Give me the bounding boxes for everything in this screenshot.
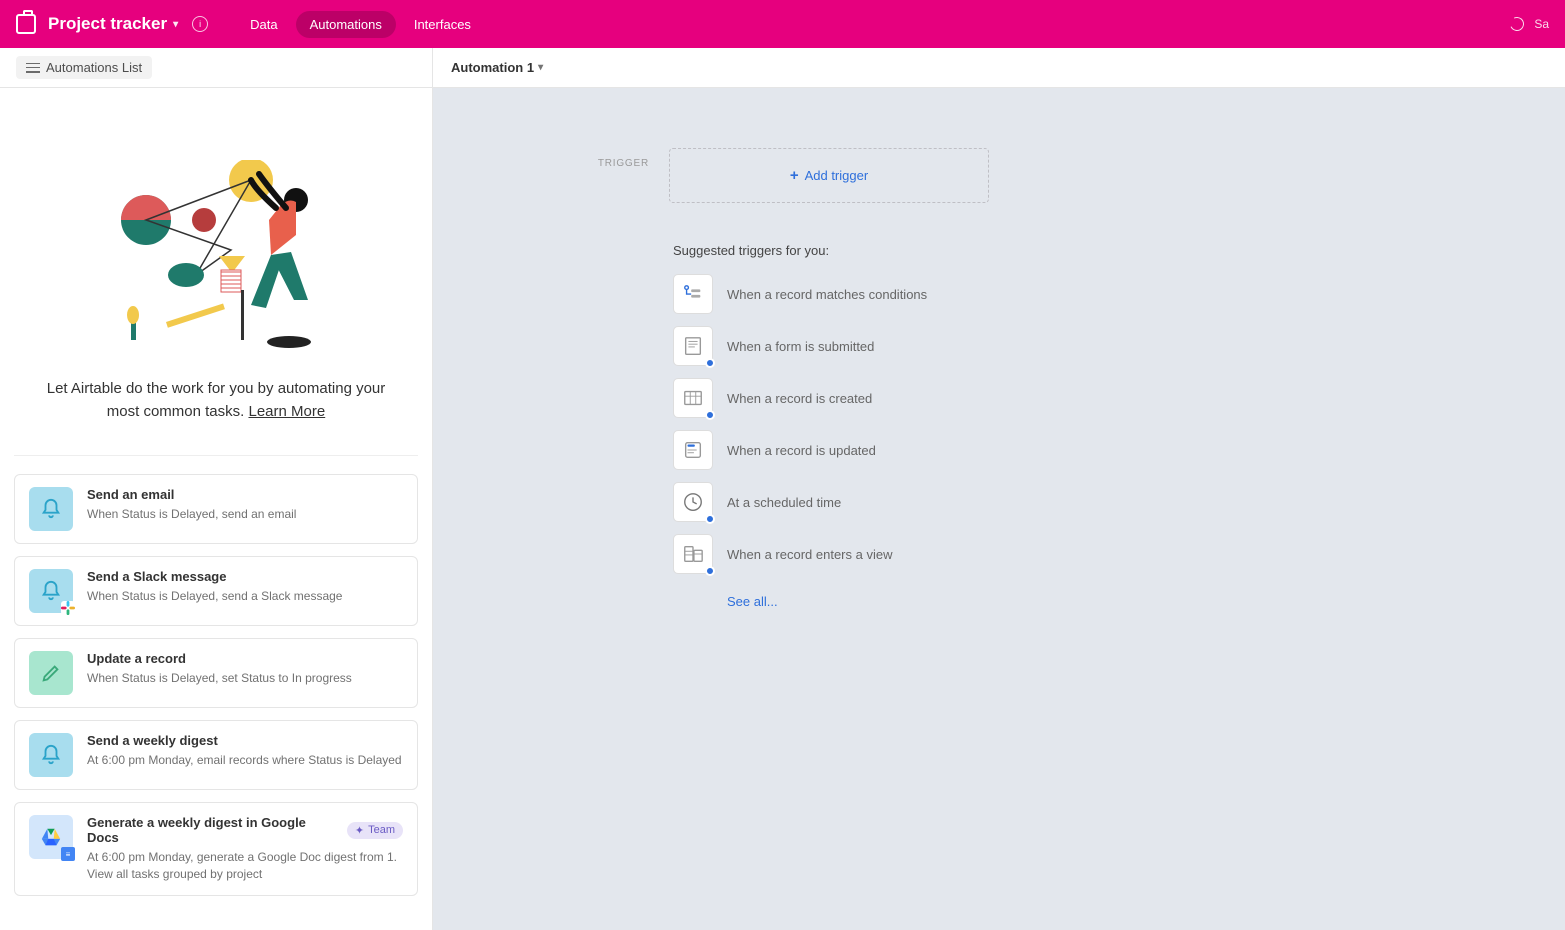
check-badge-icon	[705, 514, 715, 524]
sparkle-icon: ✦	[355, 824, 364, 837]
template-description: When Status is Delayed, send an email	[87, 506, 403, 523]
template-title: Send a Slack message	[87, 569, 226, 584]
suggested-trigger-item[interactable]: When a record is updated	[673, 430, 1409, 470]
topbar: Project tracker ▾ i Data Automations Int…	[0, 0, 1565, 48]
update-icon	[673, 430, 713, 470]
clock-icon	[673, 482, 713, 522]
suggested-trigger-label: At a scheduled time	[727, 495, 841, 510]
check-badge-icon	[705, 358, 715, 368]
hero-illustration	[111, 160, 321, 360]
tab-interfaces[interactable]: Interfaces	[400, 11, 485, 38]
automations-list-button[interactable]: Automations List	[16, 56, 152, 79]
project-name-dropdown[interactable]: Project tracker ▾	[48, 14, 178, 34]
bell-icon	[29, 487, 73, 531]
chevron-down-icon: ▾	[538, 62, 543, 73]
slack-icon	[61, 601, 75, 615]
tab-data[interactable]: Data	[236, 11, 291, 38]
learn-more-link[interactable]: Learn More	[248, 403, 325, 420]
conditions-icon	[673, 274, 713, 314]
suggested-trigger-item[interactable]: At a scheduled time	[673, 482, 1409, 522]
sidebar: Automations List	[0, 48, 433, 930]
refresh-icon[interactable]	[1508, 15, 1526, 33]
template-card[interactable]: Send an email When Status is Delayed, sen…	[14, 474, 418, 544]
template-description: When Status is Delayed, send a Slack mes…	[87, 588, 403, 605]
main-header: Automation 1 ▾	[433, 48, 1565, 88]
main-panel: Automation 1 ▾ TRIGGER + Add trigger Sug…	[433, 48, 1565, 930]
template-card[interactable]: ≡ Generate a weekly digest in Google Docs…	[14, 802, 418, 896]
chevron-down-icon: ▾	[173, 19, 178, 30]
tab-automations[interactable]: Automations	[296, 11, 396, 38]
top-right-text: Sa	[1534, 17, 1549, 31]
automation-name-dropdown[interactable]: Automation 1 ▾	[451, 60, 543, 75]
bell-icon	[29, 569, 73, 613]
plus-icon: +	[790, 167, 799, 184]
suggested-trigger-item[interactable]: When a record matches conditions	[673, 274, 1409, 314]
bell-icon	[29, 733, 73, 777]
check-badge-icon	[705, 566, 715, 576]
suggested-trigger-label: When a record is updated	[727, 443, 876, 458]
suggested-trigger-item[interactable]: When a record enters a view	[673, 534, 1409, 574]
hero-section: Let Airtable do the work for you by auto…	[14, 160, 418, 423]
suggested-heading: Suggested triggers for you:	[673, 243, 1409, 258]
suggested-trigger-label: When a record matches conditions	[727, 287, 927, 302]
base-icon[interactable]	[16, 14, 36, 34]
check-badge-icon	[705, 410, 715, 420]
template-description: At 6:00 pm Monday, generate a Google Doc…	[87, 849, 403, 883]
template-description: When Status is Delayed, set Status to In…	[87, 670, 403, 687]
template-card[interactable]: Update a record When Status is Delayed, s…	[14, 638, 418, 708]
team-badge: ✦Team	[347, 822, 403, 839]
template-card[interactable]: Send a Slack message When Status is Delay…	[14, 556, 418, 626]
template-title: Update a record	[87, 651, 186, 666]
template-description: At 6:00 pm Monday, email records where S…	[87, 752, 403, 769]
divider	[14, 455, 418, 456]
info-icon[interactable]: i	[192, 16, 208, 32]
sidebar-header: Automations List	[0, 48, 432, 88]
suggested-trigger-label: When a form is submitted	[727, 339, 874, 354]
template-title: Send a weekly digest	[87, 733, 218, 748]
view-icon	[673, 534, 713, 574]
trigger-section-label: TRIGGER	[589, 148, 649, 169]
template-title: Send an email	[87, 487, 174, 502]
gdrive-icon: ≡	[29, 815, 73, 859]
pencil-icon	[29, 651, 73, 695]
top-nav-tabs: Data Automations Interfaces	[236, 11, 485, 38]
suggested-trigger-label: When a record is created	[727, 391, 872, 406]
form-icon	[673, 326, 713, 366]
suggested-trigger-item[interactable]: When a form is submitted	[673, 326, 1409, 366]
suggested-trigger-label: When a record enters a view	[727, 547, 892, 562]
see-all-link[interactable]: See all...	[727, 594, 778, 609]
suggested-trigger-item[interactable]: When a record is created	[673, 378, 1409, 418]
gdoc-icon: ≡	[61, 847, 75, 861]
list-icon	[26, 63, 40, 73]
hero-text: Let Airtable do the work for you by auto…	[47, 380, 386, 420]
create-icon	[673, 378, 713, 418]
add-trigger-button[interactable]: + Add trigger	[669, 148, 989, 203]
template-title: Generate a weekly digest in Google Docs	[87, 815, 339, 845]
template-card[interactable]: Send a weekly digest At 6:00 pm Monday, e…	[14, 720, 418, 790]
